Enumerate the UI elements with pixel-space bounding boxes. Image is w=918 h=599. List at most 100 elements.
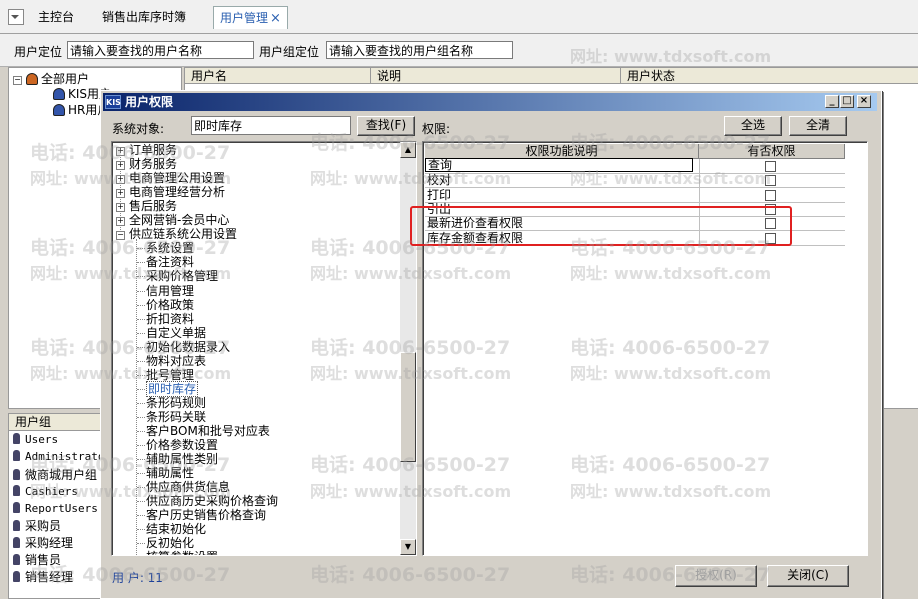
status-user-count: 用 户: 11 [112, 571, 163, 585]
group-locate-input[interactable]: 请输入要查找的用户组名称 [326, 41, 513, 59]
tree-node[interactable]: 条形码规则 [146, 396, 206, 410]
tree-node[interactable]: + 订单服务 [116, 143, 177, 157]
scroll-down-icon[interactable]: ▼ [400, 539, 416, 555]
permission-name: 校对 [427, 173, 452, 188]
list-item[interactable]: 微商城用户组 [13, 466, 97, 483]
tree-node[interactable]: 系统设置 [146, 241, 194, 255]
tab-sales-outbound[interactable]: 销售出库序时簿 [96, 6, 192, 28]
system-object-field[interactable]: 即时库存 [191, 116, 351, 135]
list-item[interactable]: Cashiers [13, 485, 78, 498]
column-header-status[interactable]: 用户状态 [621, 68, 918, 84]
close-button[interactable]: 关闭(C) [767, 565, 849, 587]
tree-node[interactable]: 条形码关联 [146, 410, 206, 424]
list-item[interactable]: Users [13, 433, 58, 446]
tree-node[interactable]: + 财务服务 [116, 157, 177, 171]
group-name: Cashiers [25, 485, 78, 498]
collapse-icon[interactable]: − [116, 231, 125, 241]
tree-node[interactable]: 客户BOM和批号对应表 [146, 424, 270, 438]
expand-icon[interactable]: + [116, 161, 125, 171]
tree-node[interactable]: 反初始化 [146, 536, 194, 550]
group-name: Administrato [25, 450, 105, 463]
permission-checkbox[interactable] [765, 175, 776, 187]
list-item[interactable]: 采购经理 [13, 534, 73, 551]
maximize-icon[interactable]: □ [840, 95, 854, 108]
tree-node[interactable]: 即时库存 [146, 380, 199, 397]
tree-guide-line [137, 290, 145, 292]
expand-icon[interactable]: + [116, 217, 125, 227]
tree-node-label: 供应链系统公用设置 [129, 227, 238, 242]
tree-node-label: 初始化数据录入 [146, 339, 231, 354]
tree-node[interactable]: + 全网营销-会员中心 [116, 213, 229, 227]
tree-node-label: 供应商历史采购价格查询 [146, 494, 279, 509]
close-icon[interactable]: × [270, 11, 281, 26]
table-row[interactable]: 校对 [425, 173, 845, 189]
tree-node[interactable]: 物料对应表 [146, 354, 206, 368]
select-all-button[interactable]: 全选 [724, 116, 782, 136]
expand-icon[interactable]: + [116, 175, 125, 185]
column-header-has-permission[interactable]: 有否权限 [699, 144, 845, 159]
expand-icon[interactable]: + [116, 189, 125, 199]
tree-node[interactable]: 自定义单据 [146, 326, 206, 340]
group-icon [13, 485, 20, 496]
table-row[interactable]: 查询 [425, 158, 845, 174]
tree-node-label: 即时库存 [146, 380, 199, 397]
expand-icon[interactable]: + [116, 147, 125, 156]
tree-scrollbar[interactable]: ▲ ▼ [400, 142, 416, 555]
tree-node[interactable]: 批号管理 [146, 368, 194, 382]
tab-main-console[interactable]: 主控台 [32, 6, 80, 28]
scroll-up-icon[interactable]: ▲ [400, 142, 416, 158]
tree-node[interactable]: 价格参数设置 [146, 438, 218, 452]
tree-node[interactable]: 初始化数据录入 [146, 340, 230, 354]
collapse-icon[interactable]: − [13, 76, 22, 85]
tree-node[interactable]: + 售后服务 [116, 199, 177, 213]
group-icon [13, 571, 20, 582]
tab-user-management[interactable]: 用户管理 × [213, 6, 288, 29]
tree-node[interactable]: 结束初始化 [146, 522, 206, 536]
clear-all-button[interactable]: 全清 [789, 116, 847, 136]
column-header-username[interactable]: 用户名 [185, 68, 371, 84]
tree-node[interactable]: 客户历史销售价格查询 [146, 508, 266, 522]
tree-node[interactable]: 核算参数设置 [146, 550, 218, 555]
tree-node[interactable]: 备注资料 [146, 255, 194, 269]
table-row[interactable]: 打印 [425, 187, 845, 203]
minimize-icon[interactable]: _ [825, 95, 839, 108]
tree-guide-line [137, 529, 145, 531]
scroll-thumb[interactable] [400, 352, 416, 462]
list-item[interactable]: Administrato [13, 450, 104, 463]
expand-icon[interactable]: + [116, 203, 125, 213]
close-icon[interactable]: × [857, 95, 871, 108]
find-button[interactable]: 查找(F) [357, 116, 415, 136]
tree-guide-line [137, 487, 145, 489]
tree-node[interactable]: 信用管理 [146, 284, 194, 298]
tree-node[interactable]: + 电商管理经营分析 [116, 185, 225, 199]
tree-node[interactable]: 供应商供货信息 [146, 480, 230, 494]
user-locate-input[interactable]: 请输入要查找的用户名称 [67, 41, 254, 59]
tree-guide-line [137, 318, 145, 320]
tree-node[interactable]: 辅助属性类别 [146, 452, 218, 466]
tree-node-label: 备注资料 [146, 255, 195, 270]
authorize-button[interactable]: 授权(R) [675, 565, 757, 587]
list-item[interactable]: ReportUsers [13, 502, 98, 515]
column-header-description[interactable]: 说明 [371, 68, 621, 84]
tree-guide-line [137, 304, 145, 306]
permission-checkbox[interactable] [765, 189, 776, 201]
tree-node[interactable]: − 供应链系统公用设置 [116, 227, 237, 241]
column-divider [699, 173, 700, 188]
group-name: 销售员 [25, 553, 62, 567]
permission-checkbox[interactable] [765, 161, 776, 172]
list-item[interactable]: 采购员 [13, 517, 61, 534]
tree-guide-line [137, 388, 145, 390]
tree-node[interactable]: 采购价格管理 [146, 269, 218, 283]
tree-node[interactable]: + 电商管理公用设置 [116, 171, 225, 185]
tree-node[interactable]: 供应商历史采购价格查询 [146, 494, 278, 508]
dialog-title-bar[interactable]: KIS 用户权限 _ □ × [103, 93, 877, 111]
tree-node[interactable]: 辅助属性 [146, 466, 194, 480]
menu-dropdown-icon[interactable] [8, 9, 24, 25]
column-header-permission[interactable]: 权限功能说明 [425, 144, 699, 159]
tree-node-label: 售后服务 [129, 199, 178, 214]
tree-node[interactable]: 价格政策 [146, 298, 194, 312]
group-name: Users [25, 433, 59, 446]
list-item[interactable]: 销售经理 [13, 568, 73, 585]
tree-node[interactable]: 折扣资料 [146, 312, 194, 326]
list-item[interactable]: 销售员 [13, 551, 61, 568]
